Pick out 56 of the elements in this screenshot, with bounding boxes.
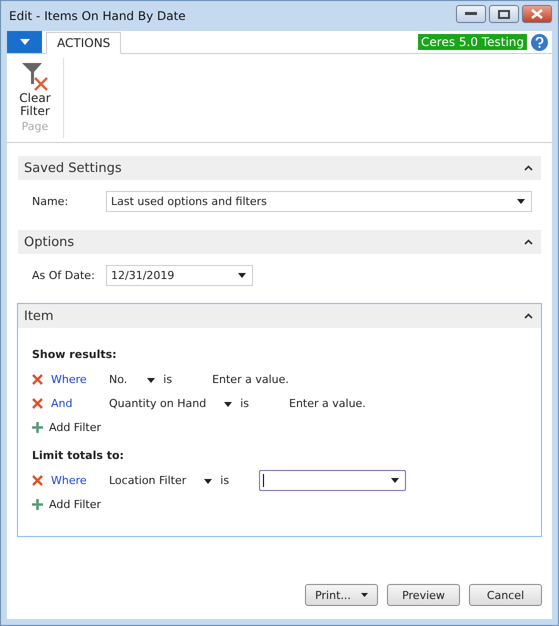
operator-label: is	[240, 396, 249, 410]
maximize-icon	[498, 10, 510, 18]
filter-field[interactable]: Quantity on Hand	[109, 396, 206, 410]
group-heading: Show results:	[32, 348, 118, 361]
dialog-button[interactable]: Preview	[387, 584, 460, 606]
dropdown-arrow-icon	[517, 199, 525, 204]
section-header[interactable]: Saved Settings	[18, 156, 541, 180]
plus-icon	[32, 422, 43, 432]
dropdown-field[interactable]: Last used options and filters	[106, 191, 532, 212]
connector-link[interactable]: Where	[51, 474, 109, 486]
close-button[interactable]	[522, 5, 552, 23]
section-header[interactable]: Options	[18, 230, 541, 254]
ribbon-tab[interactable]: ACTIONS	[46, 32, 122, 54]
connector-link[interactable]: Where	[51, 372, 109, 386]
clear-filter-icon	[21, 62, 49, 92]
remove-icon[interactable]	[32, 398, 43, 408]
field-label: Name:	[32, 195, 70, 208]
dropdown-arrow-icon	[238, 273, 246, 278]
clear-filter-button[interactable]: Clear Filter	[15, 62, 55, 118]
dialog-button[interactable]: Print...	[305, 584, 378, 606]
ribbon-group-label: Page	[22, 120, 48, 133]
close-icon	[531, 9, 543, 19]
maximize-button[interactable]	[489, 5, 519, 23]
value-input-field[interactable]	[259, 470, 406, 490]
section-header[interactable]: Item	[18, 304, 541, 328]
add-filter-button[interactable]: Add Filter	[32, 492, 527, 516]
help-icon[interactable]	[531, 34, 548, 50]
caret-icon	[360, 593, 368, 597]
field-dropdown-icon	[147, 378, 156, 382]
collapse-icon[interactable]	[524, 313, 533, 319]
connector-link[interactable]: And	[51, 396, 109, 410]
value-placeholder[interactable]: Enter a value.	[212, 372, 289, 386]
dropdown-field[interactable]: 12/31/2019	[106, 265, 253, 286]
plus-icon	[32, 498, 43, 510]
filter-field[interactable]: No.	[109, 372, 128, 386]
field-dropdown-icon	[224, 402, 232, 406]
dropdown-arrow-icon	[391, 478, 400, 482]
filter-field[interactable]: Location Filter	[109, 474, 186, 486]
environment-badge: Ceres 5.0 Testing	[418, 34, 527, 50]
minimize-button[interactable]	[456, 5, 486, 23]
minimize-icon	[465, 12, 477, 16]
window-title: Edit - Items On Hand By Date	[8, 9, 186, 23]
collapse-icon[interactable]	[524, 165, 533, 171]
field-dropdown-icon	[204, 478, 212, 484]
remove-icon[interactable]	[32, 474, 43, 486]
group-heading: Limit totals to:	[32, 449, 125, 462]
field-label: As Of Date:	[32, 269, 96, 282]
menu-button[interactable]	[7, 31, 42, 53]
add-filter-button[interactable]: Add Filter	[32, 415, 527, 439]
dialog-button[interactable]: Cancel	[469, 584, 542, 606]
value-placeholder[interactable]: Enter a value.	[289, 396, 366, 410]
remove-icon[interactable]	[32, 374, 43, 384]
operator-label: is	[220, 474, 230, 486]
collapse-icon[interactable]	[524, 239, 533, 245]
operator-label: is	[163, 372, 172, 386]
caret-icon	[20, 39, 30, 45]
